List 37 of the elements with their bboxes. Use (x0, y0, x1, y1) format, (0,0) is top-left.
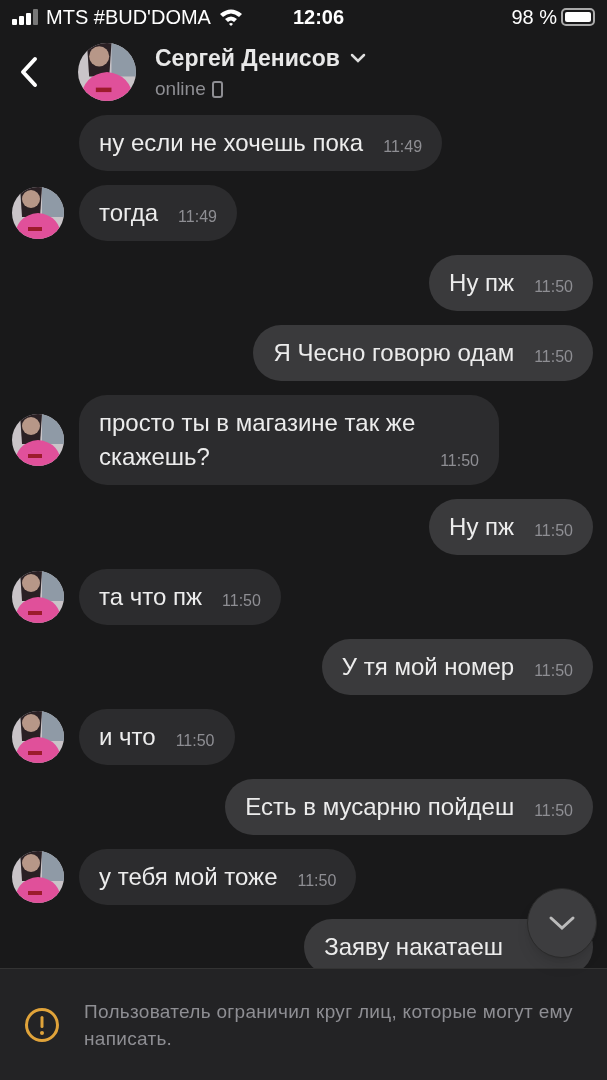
phone-icon (211, 80, 223, 98)
message-text: Ну пж (449, 269, 515, 296)
battery-percent: 98 % (511, 5, 557, 30)
message-time: 11:50 (534, 521, 573, 541)
message-text: У тя мой номер (341, 653, 515, 680)
message-text: та что пж (99, 583, 203, 610)
message-time: 11:50 (534, 347, 573, 367)
message-time: 11:50 (175, 731, 215, 751)
message-time: 11:50 (222, 591, 261, 611)
message-time: 11:50 (440, 451, 479, 471)
message-time: 11:50 (534, 277, 573, 297)
carrier-name: MTS #BUD'DOMA (46, 5, 211, 30)
message-time: 11:50 (534, 801, 573, 821)
back-icon[interactable] (20, 56, 38, 88)
chevron-down-icon[interactable] (349, 52, 366, 63)
message-text: и что (99, 723, 156, 750)
signal-icon (12, 9, 40, 25)
chevron-down-icon (548, 915, 576, 931)
message-text: Я Чесно говорю одам (273, 339, 515, 366)
message-time: 11:49 (383, 137, 423, 157)
online-status: online (155, 77, 206, 101)
message-text: тогда (99, 199, 159, 226)
message-time: 11:50 (297, 871, 337, 891)
message-time: 11:49 (178, 207, 217, 227)
battery-icon (561, 8, 595, 26)
restriction-notice: Пользователь ограничил круг лиц, которые могут ему написать. (84, 999, 574, 1051)
message-text: у тебя мой тоже (99, 863, 278, 890)
message-text: просто ты в магазине так же скажешь? (99, 409, 416, 470)
clock: 12:06 (292, 5, 345, 30)
message-time: 11:50 (534, 661, 573, 681)
message-text: Заяву накатаеш (324, 933, 503, 960)
warning-icon (24, 1006, 60, 1043)
wifi-icon (218, 8, 243, 26)
message-text: Есть в мусарню пойдеш (245, 793, 515, 820)
message-text: ну если не хочешь пока (99, 129, 364, 156)
message-text: Ну пж (449, 513, 515, 540)
contact-name[interactable]: Сергей Денисов (155, 40, 340, 75)
